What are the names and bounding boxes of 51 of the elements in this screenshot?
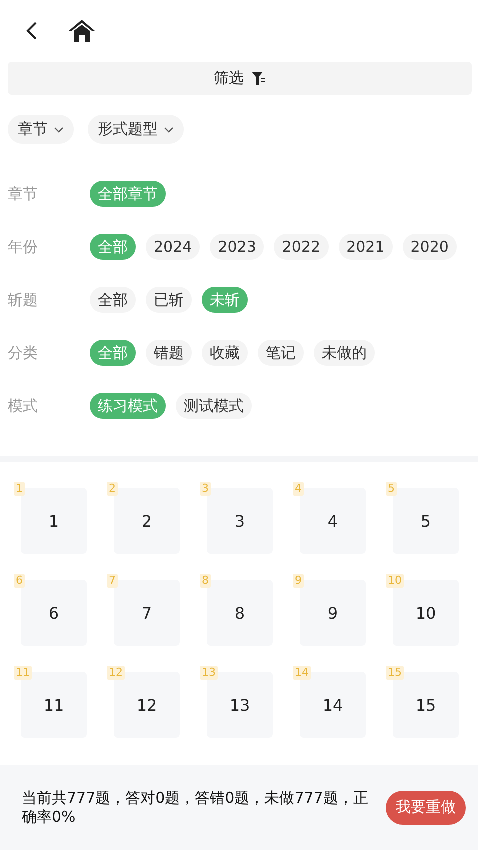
question-index: 8 (200, 574, 211, 588)
filter-chip[interactable]: 错题 (146, 340, 192, 366)
question-button[interactable]: 8 (207, 580, 273, 646)
question-index: 12 (107, 666, 125, 680)
back-icon[interactable] (26, 21, 38, 41)
redo-button[interactable]: 我要重做 (386, 790, 466, 824)
filter-label: 模式 (7, 396, 39, 416)
question-index: 13 (200, 666, 218, 680)
question-index: 4 (293, 482, 304, 496)
question-index: 2 (107, 482, 118, 496)
home-icon[interactable] (68, 19, 96, 43)
filter-chip[interactable]: 已斩 (146, 287, 192, 313)
filter-chip[interactable]: 笔记 (258, 340, 304, 366)
filter-chip[interactable]: 测试模式 (176, 393, 252, 419)
question-index: 7 (107, 574, 118, 588)
question-button[interactable]: 6 (21, 580, 87, 646)
question-index: 5 (386, 482, 397, 496)
filter-chip[interactable]: 2022 (274, 234, 329, 260)
filter-chip[interactable]: 收藏 (202, 340, 248, 366)
chevron-down-icon (54, 126, 64, 132)
filter-icon (252, 72, 266, 85)
question-index: 10 (386, 574, 404, 588)
filter-label: 年份 (7, 238, 39, 256)
question-index: 9 (293, 574, 304, 588)
question-button[interactable]: 9 (300, 580, 366, 646)
question-index: 15 (386, 666, 404, 680)
filter-label: 分类 (7, 344, 39, 362)
filter-label: 斩题 (7, 290, 39, 310)
question-index: 6 (14, 574, 25, 588)
filter-chip[interactable]: 2021 (338, 234, 393, 260)
filter-chip[interactable]: 2024 (146, 234, 200, 260)
question-index: 3 (200, 482, 211, 496)
dropdown-button[interactable]: 章节 (8, 115, 74, 144)
question-index: 11 (14, 666, 32, 680)
question-index: 14 (293, 666, 311, 680)
summary-text: 当前共777题，答对0题，答错0题，未做777题，正确率0% (22, 788, 370, 826)
filter-label: 章节 (7, 184, 39, 204)
chevron-down-icon (164, 126, 174, 132)
filter-button[interactable]: 筛选 (8, 62, 472, 95)
question-button[interactable]: 3 (207, 488, 273, 554)
dropdown-button[interactable]: 形式题型 (88, 115, 184, 144)
filter-chip[interactable]: 2020 (402, 234, 457, 260)
filter-chip[interactable]: 未做的 (314, 340, 375, 366)
question-button[interactable]: 2 (114, 488, 180, 554)
filter-chip[interactable]: 2023 (210, 234, 264, 260)
question-button[interactable]: 7 (114, 580, 180, 646)
question-index: 1 (14, 482, 25, 496)
question-button[interactable]: 4 (300, 488, 366, 554)
question-button[interactable]: 5 (393, 488, 459, 554)
question-button[interactable]: 1 (21, 488, 87, 554)
filter-chip[interactable]: 全部 (90, 287, 136, 313)
